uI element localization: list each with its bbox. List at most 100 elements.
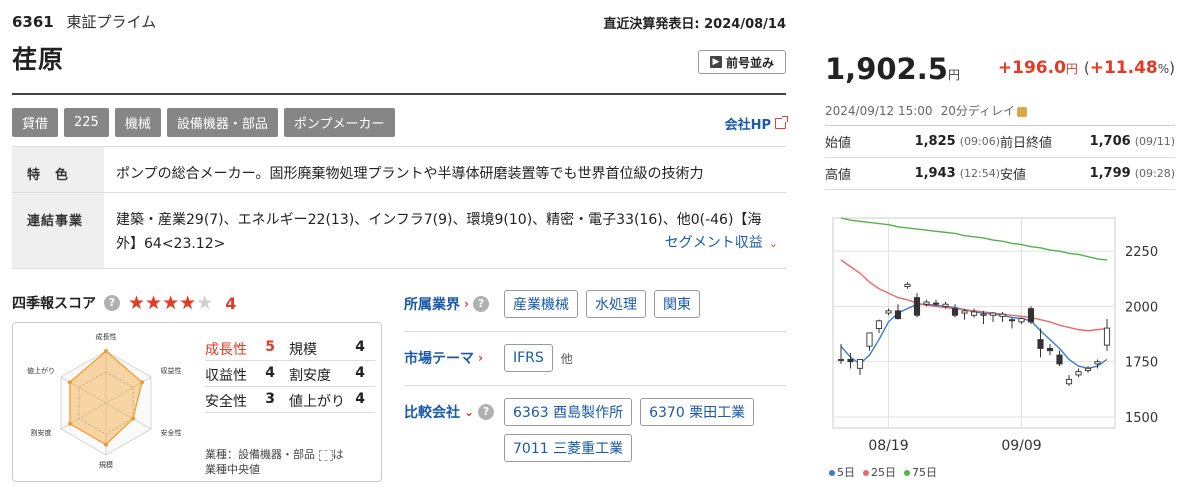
- theme-label[interactable]: 市場テーマ ›: [404, 344, 504, 372]
- feature-label: 特 色: [12, 147, 104, 192]
- candle-body: [1027, 308, 1035, 323]
- score-item-value: 4: [355, 390, 365, 407]
- star-empty-icon: ★: [196, 292, 214, 314]
- segment-link-label: セグメント収益: [664, 235, 763, 251]
- industry-label[interactable]: 所属業界 ›?: [404, 290, 504, 318]
- prev-close-label: 前日終値: [1000, 136, 1053, 151]
- score-item: 収益性 4: [205, 365, 283, 385]
- company-hp-link[interactable]: 会社HP: [725, 114, 788, 133]
- candle-body: [1046, 347, 1054, 352]
- segment-cell: 建築・産業29(7)、エネルギー22(13)、インフラ7(9)、環境9(10)、…: [104, 193, 786, 268]
- market-name: 東証プライム: [66, 13, 157, 31]
- quote-panel: 1,902.5円 +196.0円 (+11.48%) 2024/09/12 15…: [825, 0, 1175, 491]
- low-value: 1,799: [1089, 166, 1131, 181]
- score-row: 安全性 3 値上がり 4: [205, 389, 375, 413]
- help-icon[interactable]: ?: [472, 296, 489, 312]
- tag-list: 貸借 225 機械 設備機器・部品 ポンプメーカー: [12, 108, 395, 137]
- score-item-label: 成長性: [205, 341, 247, 358]
- tag-item[interactable]: 貸借: [12, 108, 59, 137]
- candle-body: [856, 359, 864, 369]
- candle-body: [1037, 339, 1044, 349]
- legend-item: 25日: [863, 464, 896, 480]
- median-legend-box: [318, 449, 333, 461]
- industry-row: 所属業界 ›? 産業機械 水処理 関東: [404, 290, 786, 318]
- radar-label: 収益性: [161, 366, 182, 375]
- candle-body: [1075, 371, 1082, 376]
- industry-tag[interactable]: 産業機械: [504, 290, 578, 318]
- x-tick-label: 09/09: [1001, 438, 1041, 454]
- code-line: 6361 東証プライム: [12, 11, 156, 32]
- candle-body: [875, 320, 883, 329]
- feature-text: ポンプの総合メーカー。固形廃棄物処理プラントや半導体研磨装置等でも世界首位級の技…: [116, 166, 704, 182]
- star-icon: ★: [145, 292, 163, 314]
- tag-item[interactable]: 225: [64, 108, 109, 137]
- change-pct: +11.48: [1089, 58, 1158, 78]
- candle-body: [866, 332, 873, 347]
- theme-other: 他: [560, 351, 573, 366]
- legend-label: 75日: [912, 466, 937, 479]
- legend-label: 25日: [871, 466, 896, 479]
- industry-label-text: 所属業界: [404, 297, 460, 313]
- open-label: 始値: [825, 136, 852, 151]
- external-link-icon: [775, 116, 788, 129]
- theme-label-text: 市場テーマ: [404, 351, 474, 367]
- compare-tag[interactable]: 7011 三菱重工業: [504, 434, 633, 462]
- industry-tag[interactable]: 関東: [654, 290, 700, 318]
- theme-tag[interactable]: IFRS: [504, 344, 553, 372]
- candle-body: [885, 310, 892, 314]
- pct-unit: %: [1157, 62, 1170, 76]
- score-item: 成長性 5: [205, 339, 283, 359]
- prev-close-date: (09/11): [1134, 135, 1175, 148]
- open-cell: 始値 1,825 (09:06): [825, 132, 1000, 151]
- score-row: 収益性 4 割安度 4: [205, 363, 375, 387]
- tag-item[interactable]: ポンプメーカー: [283, 108, 395, 137]
- prev-issue-button[interactable]: ▶ 前号並み: [698, 50, 786, 74]
- compare-row: 比較会社 ⌄? 6363 酉島製作所 6370 栗田工業 7011 三菱重工業: [404, 398, 786, 462]
- y-tick-label: 2250: [1125, 245, 1158, 260]
- low-cell: 安値 1,799 (09:28): [1000, 164, 1175, 183]
- help-icon[interactable]: ?: [478, 404, 495, 420]
- score-item: 規模 4: [289, 339, 369, 359]
- price-table: 始値 1,825 (09:06) 前日終値 1,706 (09/11) 高値 1,943(…: [825, 125, 1175, 190]
- feature-row: 特 色 ポンプの総合メーカー。固形廃棄物処理プラントや半導体研磨装置等でも世界首…: [12, 147, 786, 193]
- prev-issue-label: 前号並み: [725, 55, 774, 70]
- candle-body: [894, 310, 902, 320]
- candle-body: [1018, 318, 1025, 323]
- divider: [404, 331, 786, 332]
- legend-dot: [829, 470, 835, 476]
- candle-body: [980, 313, 987, 316]
- score-header: 四季報スコア ? ★★★★★ 4: [12, 292, 236, 314]
- compare-label-text: 比較会社: [404, 405, 460, 421]
- legend-label: 5日: [837, 466, 855, 479]
- stock-code: 6361: [12, 13, 54, 31]
- change-unit: 円: [1065, 62, 1078, 76]
- industry-tag[interactable]: 水処理: [586, 290, 646, 318]
- note-suffix: は: [332, 448, 344, 461]
- score-item-label: 値上がり: [289, 393, 345, 410]
- arrow-right-icon: ▶: [709, 56, 722, 68]
- segment-revenue-link[interactable]: セグメント収益 ⌄: [665, 231, 778, 256]
- high-label: 高値: [825, 168, 852, 183]
- candle-body: [970, 311, 978, 316]
- candle-body: [1008, 319, 1016, 322]
- legend-dot: [863, 470, 869, 476]
- score-item: 割安度 4: [289, 365, 369, 385]
- compare-label[interactable]: 比較会社 ⌄?: [404, 398, 504, 426]
- score-item-label: 安全性: [205, 393, 247, 410]
- tag-item[interactable]: 機械: [114, 108, 161, 137]
- score-box: 成長性 収益性 安全性 規模 割安度 値上がり 成長性 5 規模 4 収益性 4 割安度 4 安全…: [12, 322, 382, 482]
- price-row: 高値 1,943 (12:54) 安値 1,799 (09:28): [825, 158, 1175, 190]
- score-table: 成長性 5 規模 4 収益性 4 割安度 4 安全性 3 値上がり 4: [205, 337, 375, 415]
- score-item-value: 3: [265, 390, 275, 407]
- stock-chart[interactable]: 1500 1750 2000 2250 08/19 09/09 5日 25日 75日: [825, 214, 1175, 491]
- candle-body: [913, 297, 921, 316]
- chart-legend: 5日 25日 75日: [829, 464, 937, 480]
- compare-tag[interactable]: 6370 栗田工業: [640, 398, 755, 426]
- legend-item: 75日: [904, 464, 937, 480]
- price-value: 1,902.5: [825, 52, 948, 86]
- compare-tag[interactable]: 6363 酉島製作所: [504, 398, 633, 426]
- theme-tags: IFRS 他: [504, 344, 786, 372]
- tag-item[interactable]: 設備機器・部品: [166, 108, 278, 137]
- score-item-value: 4: [355, 364, 365, 381]
- help-icon[interactable]: ?: [104, 295, 120, 311]
